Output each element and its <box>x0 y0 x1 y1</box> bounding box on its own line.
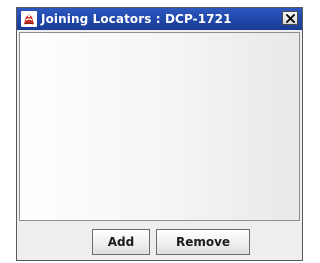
remove-button[interactable]: Remove <box>156 229 250 255</box>
locators-list[interactable] <box>19 32 300 221</box>
add-button[interactable]: Add <box>92 229 150 255</box>
joining-locators-dialog: Joining Locators : DCP-1721 Add Remove <box>16 7 303 261</box>
close-button[interactable] <box>282 11 298 25</box>
close-icon <box>286 14 295 23</box>
button-bar: Add Remove <box>17 223 302 260</box>
window-title: Joining Locators : DCP-1721 <box>41 12 232 26</box>
title-bar[interactable]: Joining Locators : DCP-1721 <box>17 8 302 30</box>
java-duke-icon <box>21 11 37 27</box>
